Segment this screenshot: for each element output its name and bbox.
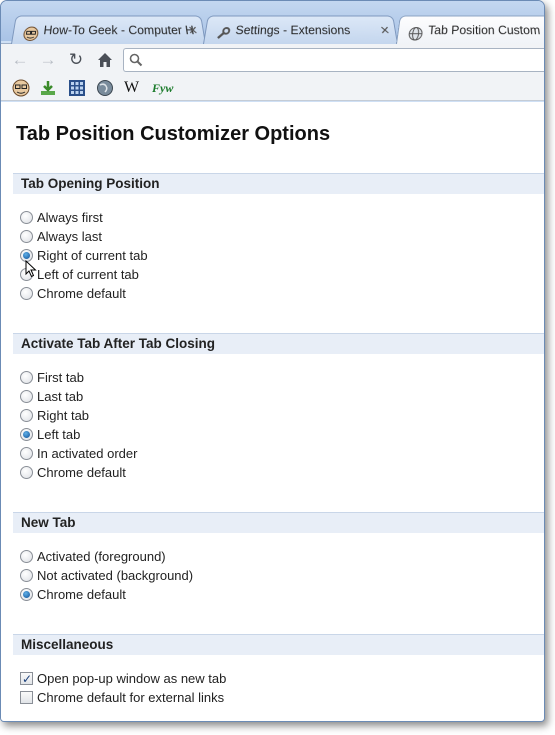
- wrench-icon: [215, 23, 232, 37]
- radio-left-of-current-tab[interactable]: Left of current tab: [20, 265, 139, 284]
- radio-button[interactable]: [20, 428, 33, 441]
- tab-title: Tab Position Custom: [427, 23, 541, 38]
- radio-button[interactable]: [20, 569, 33, 582]
- fyw-icon[interactable]: Fyw: [152, 79, 174, 97]
- option-label: Always last: [37, 229, 103, 244]
- option-label: Last tab: [37, 389, 84, 404]
- options-page: Tab Position Customizer Options Tab Open…: [1, 102, 544, 721]
- radio-button[interactable]: [20, 390, 33, 403]
- radio-not-activated-background[interactable]: Not activated (background): [20, 566, 193, 585]
- globe-icon: [408, 23, 424, 37]
- tab-howtogeek[interactable]: How-To Geek - Computer H ✕: [11, 15, 206, 44]
- tab-position-customizer[interactable]: Tab Position Custom: [396, 15, 544, 44]
- globe-icon[interactable]: [96, 79, 114, 97]
- option-label: Always first: [37, 210, 103, 225]
- checkbox[interactable]: [20, 691, 33, 704]
- toolbar: ← → ↻: [1, 43, 544, 75]
- radio-always-last[interactable]: Always last: [20, 227, 102, 246]
- option-label: Not activated (background): [37, 568, 194, 583]
- tab-title: How-To Geek - Computer H: [42, 23, 196, 38]
- option-label: Left of current tab: [37, 267, 139, 282]
- radio-always-first[interactable]: Always first: [20, 208, 103, 227]
- option-label: Chrome default for external links: [37, 690, 225, 705]
- option-label: Chrome default: [37, 286, 126, 301]
- section-header-activate-tab: Activate Tab After Tab Closing: [13, 333, 544, 354]
- radio-first-tab[interactable]: First tab: [20, 368, 84, 387]
- radio-button[interactable]: [20, 466, 33, 479]
- radio-activated-foreground[interactable]: Activated (foreground): [20, 547, 166, 566]
- option-label: First tab: [37, 370, 84, 385]
- section-header-new-tab: New Tab: [13, 512, 544, 533]
- section-header-tab-opening-position: Tab Opening Position: [13, 173, 544, 194]
- option-label: Left tab: [37, 427, 81, 442]
- checkbox-chrome-default-external-links[interactable]: Chrome default for external links: [20, 688, 224, 707]
- radio-button[interactable]: [20, 550, 33, 563]
- radio-chrome-default-closing[interactable]: Chrome default: [20, 463, 126, 482]
- option-label: Chrome default: [37, 587, 126, 602]
- reload-icon[interactable]: ↻: [65, 49, 87, 71]
- radio-button[interactable]: [20, 230, 33, 243]
- grid-icon[interactable]: [68, 79, 86, 97]
- radio-button[interactable]: [20, 409, 33, 422]
- radio-right-tab[interactable]: Right tab: [20, 406, 89, 425]
- howtogeek-icon: [23, 23, 40, 37]
- close-icon[interactable]: ✕: [186, 16, 200, 44]
- tab-settings-extensions[interactable]: Settings - Extensions ✕: [203, 15, 398, 44]
- radio-button[interactable]: [20, 588, 33, 601]
- radio-right-of-current-tab[interactable]: Right of current tab: [20, 246, 148, 265]
- checkbox[interactable]: [20, 670, 33, 689]
- browser-window: How-To Geek - Computer H ✕ Settings - Ex…: [0, 0, 545, 722]
- omnibox[interactable]: [123, 48, 544, 72]
- checkbox-open-popup-as-tab[interactable]: Open pop-up window as new tab: [20, 669, 227, 689]
- section-header-miscellaneous: Miscellaneous: [13, 634, 544, 655]
- download-icon[interactable]: [39, 79, 57, 97]
- option-label: Chrome default: [37, 465, 126, 480]
- radio-button[interactable]: [20, 211, 33, 224]
- wikipedia-icon[interactable]: W: [124, 79, 142, 97]
- option-label: Open pop-up window as new tab: [37, 671, 227, 686]
- bookmarks-bar: W Fyw: [1, 75, 544, 101]
- option-label: Right of current tab: [37, 248, 148, 263]
- radio-left-tab[interactable]: Left tab: [20, 425, 80, 444]
- howtogeek-icon[interactable]: [12, 79, 30, 97]
- radio-in-activated-order[interactable]: In activated order: [20, 444, 137, 463]
- forward-arrow-icon[interactable]: →: [37, 49, 59, 71]
- mouse-pointer-icon: [25, 260, 37, 278]
- page-title: Tab Position Customizer Options: [16, 123, 331, 145]
- option-label: Activated (foreground): [37, 549, 166, 564]
- radio-button[interactable]: [20, 287, 33, 300]
- close-icon[interactable]: ✕: [378, 16, 392, 44]
- radio-chrome-default-new-tab[interactable]: Chrome default: [20, 585, 126, 604]
- option-label: In activated order: [37, 446, 138, 461]
- radio-button[interactable]: [20, 447, 33, 460]
- tab-strip: How-To Geek - Computer H ✕ Settings - Ex…: [1, 1, 544, 44]
- tab-title: Settings - Extensions: [234, 23, 351, 38]
- radio-chrome-default-opening[interactable]: Chrome default: [20, 284, 126, 303]
- home-icon[interactable]: [94, 49, 116, 71]
- radio-button[interactable]: [20, 371, 33, 384]
- option-label: Right tab: [37, 408, 90, 423]
- radio-last-tab[interactable]: Last tab: [20, 387, 83, 406]
- back-arrow-icon[interactable]: ←: [9, 49, 31, 71]
- search-icon: [129, 53, 143, 67]
